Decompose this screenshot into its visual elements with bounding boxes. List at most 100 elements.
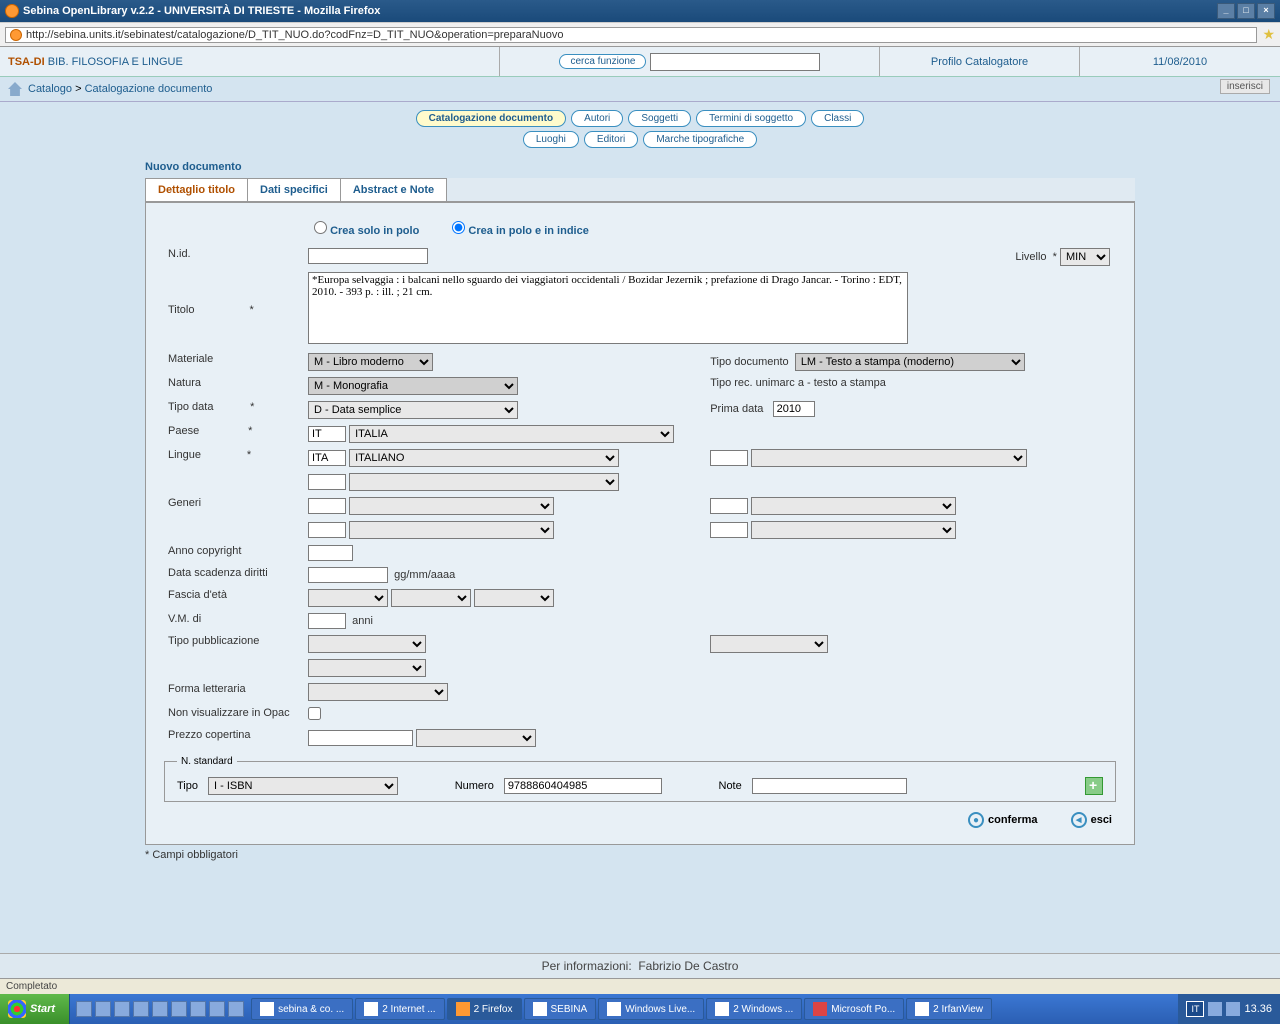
pill-soggetti[interactable]: Soggetti [628, 110, 691, 127]
section-title: Nuovo documento [145, 156, 1135, 178]
tab-dati-specifici[interactable]: Dati specifici [247, 178, 341, 201]
select-tipo-pub3[interactable] [308, 659, 426, 677]
breadcrumb: Catalogo > Catalogazione documento inser… [0, 77, 1280, 102]
ql-icon-6[interactable] [171, 1001, 187, 1017]
task-item-2[interactable]: 2 Internet ... [355, 998, 444, 1020]
pill-termini[interactable]: Termini di soggetto [696, 110, 806, 127]
select-genere2[interactable] [751, 497, 956, 515]
task-item-7[interactable]: Microsoft Po... [804, 998, 904, 1020]
radio-crea-polo[interactable] [314, 221, 327, 234]
pill-luoghi[interactable]: Luoghi [523, 131, 579, 148]
lib-code: TSA-DI [8, 56, 45, 68]
search-function-button[interactable]: cerca funzione [559, 54, 646, 69]
add-standard-icon[interactable] [1085, 777, 1103, 795]
input-vm[interactable] [308, 613, 346, 629]
url-bar: http://sebina.units.it/sebinatest/catalo… [0, 22, 1280, 47]
select-genere4[interactable] [751, 521, 956, 539]
select-fascia1[interactable] [308, 589, 388, 607]
input-genere2-code[interactable] [710, 498, 748, 514]
ql-icon-4[interactable] [133, 1001, 149, 1017]
select-tipo-pub1[interactable] [308, 635, 426, 653]
task-item-4[interactable]: SEBINA [524, 998, 597, 1020]
ql-icon-9[interactable] [228, 1001, 244, 1017]
input-anno-copyright[interactable] [308, 545, 353, 561]
radio-crea-polo-indice[interactable] [452, 221, 465, 234]
breadcrumb-catalogazione[interactable]: Catalogazione documento [85, 83, 213, 95]
label-vm: V.M. di [164, 610, 304, 632]
ql-icon-1[interactable] [76, 1001, 92, 1017]
input-nid[interactable] [308, 248, 428, 264]
input-genere1-code[interactable] [308, 498, 346, 514]
maximize-button[interactable]: □ [1237, 3, 1255, 19]
task-item-3[interactable]: 2 Firefox [447, 998, 522, 1020]
close-button[interactable]: × [1257, 3, 1275, 19]
input-prezzo[interactable] [308, 730, 413, 746]
select-genere1[interactable] [349, 497, 554, 515]
home-icon[interactable] [8, 82, 22, 96]
select-materiale[interactable]: M - Libro moderno [308, 353, 433, 371]
pill-marche[interactable]: Marche tipografiche [643, 131, 757, 148]
lang-indicator[interactable]: IT [1186, 1001, 1204, 1017]
input-prima-data[interactable] [773, 401, 815, 417]
tab-dettaglio[interactable]: Dettaglio titolo [145, 178, 248, 201]
esci-button[interactable]: ◄ esci [1071, 812, 1112, 828]
input-lingua3-code[interactable] [308, 474, 346, 490]
select-livello[interactable]: MIN [1060, 248, 1110, 266]
task-item-5[interactable]: Windows Live... [598, 998, 704, 1020]
pill-catalogazione[interactable]: Catalogazione documento [416, 110, 566, 127]
select-paese[interactable]: ITALIA [349, 425, 674, 443]
input-paese-code[interactable] [308, 426, 346, 442]
search-input[interactable] [650, 53, 820, 71]
input-genere3-code[interactable] [308, 522, 346, 538]
select-valuta[interactable] [416, 729, 536, 747]
firefox-icon [456, 1002, 470, 1016]
url-input[interactable]: http://sebina.units.it/sebinatest/catalo… [5, 27, 1257, 43]
pill-editori[interactable]: Editori [584, 131, 638, 148]
input-std-numero[interactable] [504, 778, 662, 794]
input-lingua1-code[interactable] [308, 450, 346, 466]
profile-cell[interactable]: Profilo Catalogatore [880, 47, 1080, 76]
ql-icon-7[interactable] [190, 1001, 206, 1017]
ql-icon-8[interactable] [209, 1001, 225, 1017]
input-data-scadenza[interactable] [308, 567, 388, 583]
check-icon: ● [968, 812, 984, 828]
input-genere4-code[interactable] [710, 522, 748, 538]
select-lingua1[interactable]: ITALIANO [349, 449, 619, 467]
textarea-titolo[interactable]: *Europa selvaggia : i balcani nello sgua… [308, 272, 908, 344]
label-prezzo: Prezzo copertina [164, 726, 304, 750]
select-std-tipo[interactable]: I - ISBN [208, 777, 398, 795]
select-tipo-doc[interactable]: LM - Testo a stampa (moderno) [795, 353, 1025, 371]
select-fascia2[interactable] [391, 589, 471, 607]
select-tipo-data[interactable]: D - Data semplice [308, 401, 518, 419]
ql-icon-3[interactable] [114, 1001, 130, 1017]
tray-icon-2[interactable] [1226, 1002, 1240, 1016]
checkbox-opac[interactable] [308, 707, 321, 720]
window-title: Sebina OpenLibrary v.2.2 - UNIVERSITÀ DI… [23, 5, 380, 17]
select-genere3[interactable] [349, 521, 554, 539]
clock[interactable]: 13.36 [1244, 1003, 1272, 1015]
select-natura[interactable]: M - Monografia [308, 377, 518, 395]
ql-icon-2[interactable] [95, 1001, 111, 1017]
task-item-1[interactable]: sebina & co. ... [251, 998, 353, 1020]
minimize-button[interactable]: _ [1217, 3, 1235, 19]
date-cell: 11/08/2010 [1080, 47, 1280, 76]
tray-icon-1[interactable] [1208, 1002, 1222, 1016]
bookmark-star-icon[interactable]: ★ [1262, 26, 1275, 43]
task-item-6[interactable]: 2 Windows ... [706, 998, 802, 1020]
select-fascia3[interactable] [474, 589, 554, 607]
breadcrumb-catalogo[interactable]: Catalogo [28, 83, 72, 95]
ql-icon-5[interactable] [152, 1001, 168, 1017]
conferma-button[interactable]: ● conferma [968, 812, 1038, 828]
input-std-note[interactable] [752, 778, 907, 794]
input-lingua2-code[interactable] [710, 450, 748, 466]
pill-autori[interactable]: Autori [571, 110, 623, 127]
tab-abstract[interactable]: Abstract e Note [340, 178, 447, 201]
pill-classi[interactable]: Classi [811, 110, 864, 127]
start-button[interactable]: Start [0, 994, 70, 1024]
select-lingua2[interactable] [751, 449, 1027, 467]
select-tipo-pub2[interactable] [710, 635, 828, 653]
quick-launch [70, 1001, 250, 1017]
select-lingua3[interactable] [349, 473, 619, 491]
task-item-8[interactable]: 2 IrfanView [906, 998, 992, 1020]
select-forma[interactable] [308, 683, 448, 701]
